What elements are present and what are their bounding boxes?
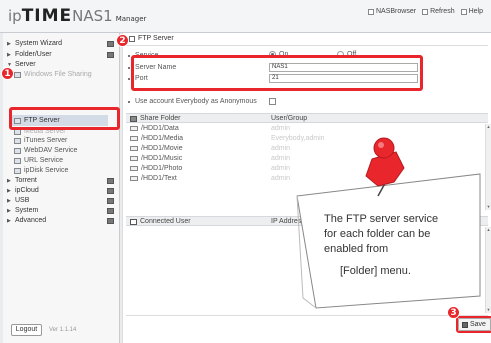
callout-line-4: [Folder] menu. [340,265,411,277]
callout-line-1: The FTP server service [324,213,438,225]
callout-line-2: for each folder can be [324,228,430,240]
callout-paper [296,173,481,309]
callout-note: The FTP server service for each folder c… [296,137,481,309]
callout-line-3: enabled from [324,243,388,255]
